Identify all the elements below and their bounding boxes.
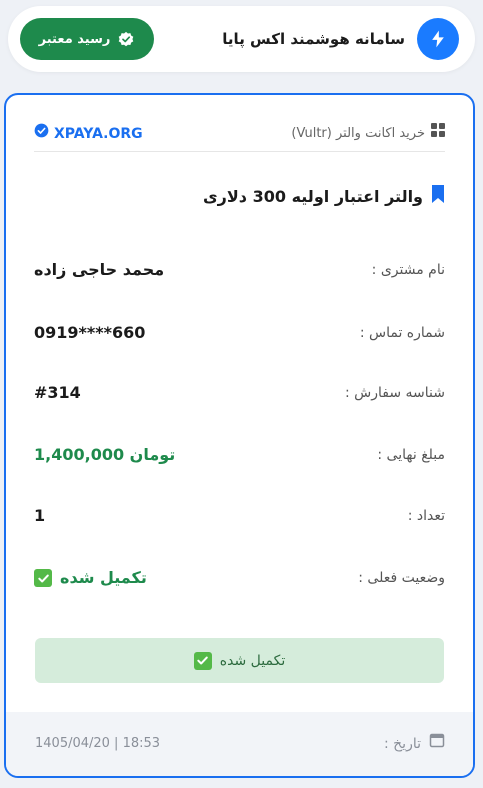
product-type-label: خرید اکانت والتر (Vultr)	[291, 126, 425, 141]
status-value: تکمیل شده	[34, 565, 147, 591]
card-top-bar: خرید اکانت والتر (Vultr) XPAYA.ORG	[34, 123, 445, 152]
grid-icon	[431, 123, 445, 145]
status-value-text: تکمیل شده	[60, 568, 147, 587]
verified-check-icon	[34, 123, 49, 145]
final-amount-value: 1,400,000 تومان	[34, 445, 176, 464]
app-title: سامانه هوشمند اکس پایا	[222, 30, 405, 48]
date-value: 1405/04/20 | 18:53	[35, 736, 161, 751]
checkbox-checked-icon	[193, 651, 212, 670]
date-label: تاریخ :	[383, 736, 421, 752]
order-id-value: #314	[34, 383, 81, 402]
quantity-label: تعداد :	[407, 508, 445, 524]
calendar-icon	[429, 732, 445, 756]
completed-status-bar: تکمیل شده	[35, 638, 444, 683]
valid-receipt-button[interactable]: رسید معتبر	[20, 18, 154, 60]
brand-label: XPAYA.ORG	[54, 126, 143, 142]
valid-receipt-label: رسید معتبر	[38, 31, 111, 47]
final-amount-label: مبلغ نهایی :	[377, 447, 445, 463]
status-label: وضعیت فعلی :	[358, 570, 445, 586]
bookmark-icon	[431, 184, 445, 211]
receipt-card: خرید اکانت والتر (Vultr) XPAYA.ORG والتر…	[4, 93, 475, 778]
card-footer: تاریخ : 1405/04/20 | 18:53	[6, 712, 473, 776]
product-type: خرید اکانت والتر (Vultr)	[291, 123, 445, 145]
product-title-label: والتر اعتبار اولیه 300 دلاری	[203, 187, 423, 206]
brand-link[interactable]: XPAYA.ORG	[34, 123, 143, 145]
final-amount-row: مبلغ نهایی : 1,400,000 تومان	[34, 442, 445, 468]
customer-name-row: نام مشتری : محمد حاجی زاده	[34, 257, 445, 283]
phone-label: شماره تماس :	[359, 325, 445, 341]
checkbox-checked-icon	[34, 569, 52, 587]
customer-name-value: محمد حاجی زاده	[34, 260, 165, 279]
quantity-row: تعداد : 1	[34, 503, 445, 529]
order-id-row: شناسه سفارش : #314	[34, 380, 445, 406]
quantity-value: 1	[34, 506, 46, 525]
product-title: والتر اعتبار اولیه 300 دلاری	[203, 184, 445, 211]
order-id-label: شناسه سفارش :	[344, 385, 445, 401]
phone-value: 0919****660	[34, 323, 146, 342]
lightning-bolt-icon	[417, 18, 459, 60]
customer-name-label: نام مشتری :	[371, 262, 445, 278]
app-header: سامانه هوشمند اکس پایا رسید معتبر	[8, 6, 475, 72]
status-row: وضعیت فعلی : تکمیل شده	[34, 565, 445, 591]
completed-status-label: تکمیل شده	[219, 652, 286, 669]
phone-row: شماره تماس : 0919****660	[34, 320, 445, 346]
date-label-wrap: تاریخ :	[384, 732, 445, 756]
verified-check-icon	[117, 30, 135, 48]
